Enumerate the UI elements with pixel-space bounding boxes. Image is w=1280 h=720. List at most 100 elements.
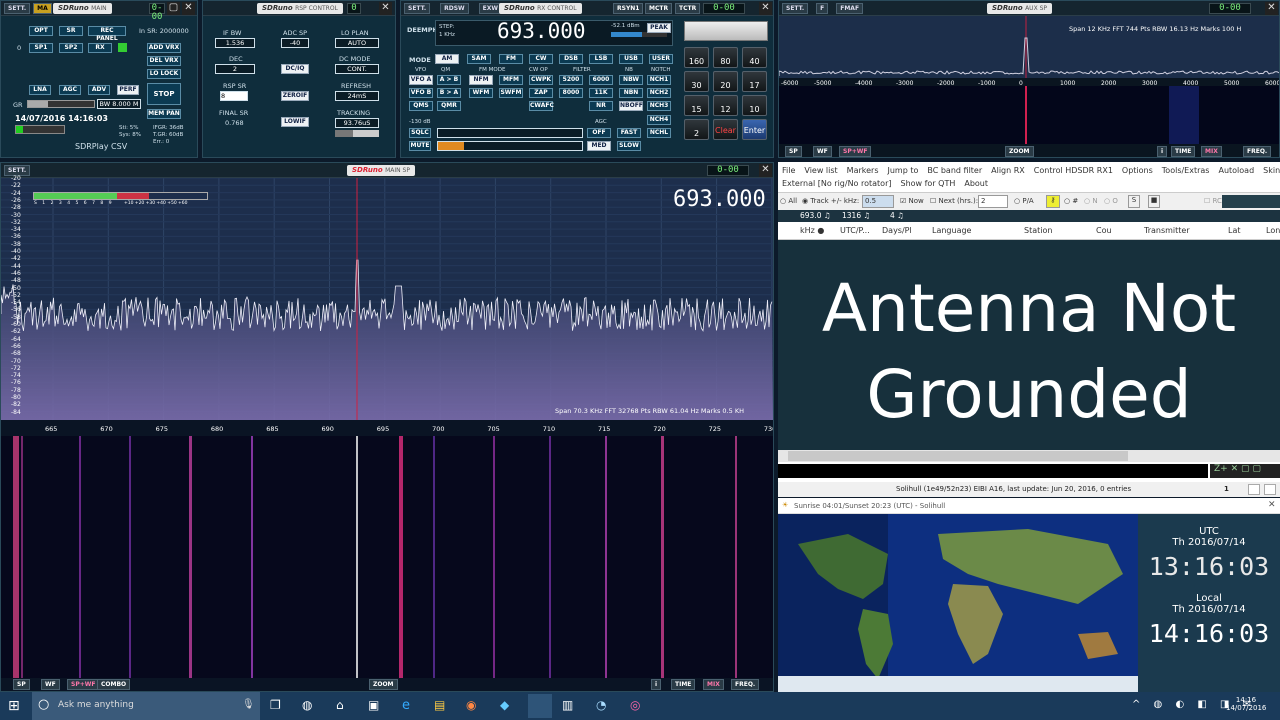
eibi-list[interactable]: Antenna Not Grounded: [778, 240, 1280, 450]
key-160[interactable]: 160: [684, 47, 709, 68]
stop-button[interactable]: STOP: [147, 83, 181, 105]
squelch-slider[interactable]: [437, 128, 583, 138]
pa-radio[interactable]: ○ P/A: [1014, 197, 1034, 205]
dec-field[interactable]: 2: [215, 64, 255, 74]
sp-close-icon[interactable]: ✕: [759, 164, 772, 177]
rx-nch3-button[interactable]: NCH3: [647, 101, 671, 111]
sp-settings-button[interactable]: SETT.: [4, 165, 30, 176]
firefox-icon[interactable]: ◉: [466, 698, 476, 712]
app-icon-2[interactable]: ▣: [368, 698, 379, 712]
mode-sam-button[interactable]: SAM: [467, 54, 491, 64]
mctr-button[interactable]: MCTR: [645, 3, 672, 14]
sqlc-button[interactable]: SQLC: [409, 128, 431, 138]
menu-autoload[interactable]: Autoload: [1218, 166, 1254, 175]
nch4-button[interactable]: NCH4: [647, 115, 671, 125]
rx-ab-button[interactable]: A > B: [437, 75, 461, 85]
agc-fast-button[interactable]: FAST: [617, 128, 641, 138]
lo-plan-field[interactable]: AUTO: [335, 38, 379, 48]
perf-button[interactable]: PERF: [117, 85, 139, 95]
menu2-item[interactable]: External [No rig/No rotator]: [782, 179, 891, 188]
rx-nch2-button[interactable]: NCH2: [647, 88, 671, 98]
mode-cw-button[interactable]: CW: [529, 54, 553, 64]
lowif-button[interactable]: LOWIF: [281, 117, 309, 127]
ma-button[interactable]: MA: [33, 3, 52, 14]
all-radio[interactable]: ○ All: [780, 197, 797, 205]
column-header[interactable]: kHz ●: [800, 226, 824, 235]
dciq-button[interactable]: DC/IQ: [281, 64, 309, 74]
menu-align-rx[interactable]: Align RX: [991, 166, 1025, 175]
key-2[interactable]: 2: [684, 119, 709, 140]
key-17[interactable]: 17: [742, 71, 767, 92]
mode-lsb-button[interactable]: LSB: [589, 54, 613, 64]
adc-sp-field[interactable]: -40: [281, 38, 309, 48]
sp-mix-button[interactable]: MIX: [703, 679, 724, 690]
windows-start-icon[interactable]: ⊞: [8, 698, 24, 714]
footer-box-b[interactable]: [1264, 484, 1276, 495]
rx-nch1-button[interactable]: NCH1: [647, 75, 671, 85]
track-input[interactable]: 0.5: [862, 195, 894, 208]
column-header[interactable]: Station: [1024, 226, 1052, 235]
aux-info-button[interactable]: i: [1157, 146, 1167, 157]
sp-info-button[interactable]: i: [651, 679, 661, 690]
sp-sp-button[interactable]: SP: [13, 679, 30, 690]
mute-button[interactable]: MUTE: [409, 141, 431, 151]
aux-close-icon[interactable]: ✕: [1265, 2, 1278, 15]
s-button[interactable]: S: [1128, 195, 1140, 208]
column-header[interactable]: UTC/P...: [840, 226, 870, 235]
column-header[interactable]: Transmitter: [1144, 226, 1190, 235]
if-bw-field[interactable]: 1.536: [215, 38, 255, 48]
tctr-button[interactable]: TCTR: [675, 3, 700, 14]
rx-nr-button[interactable]: NR: [589, 101, 613, 111]
agc-slow-button[interactable]: SLOW: [617, 141, 641, 151]
rx-nfm-button[interactable]: NFM: [469, 75, 493, 85]
key-clear[interactable]: Clear: [713, 119, 738, 140]
menu2-item[interactable]: About: [964, 179, 988, 188]
rx-qms-button[interactable]: QMS: [409, 101, 433, 111]
store-icon[interactable]: ⌂: [336, 698, 344, 712]
rx-vfoa-button[interactable]: VFO A: [409, 75, 433, 85]
eibi-command-bar[interactable]: [778, 464, 1208, 478]
rx-cwafc-button[interactable]: CWAFC: [529, 101, 553, 111]
menu-jump-to[interactable]: Jump to: [888, 166, 919, 175]
column-header[interactable]: Cou: [1096, 226, 1112, 235]
rx-wfm-button[interactable]: WFM: [469, 88, 493, 98]
step-value[interactable]: 1 KHz: [439, 32, 455, 38]
column-header[interactable]: Language: [932, 226, 971, 235]
app-icon-6[interactable]: ◎: [630, 698, 640, 712]
key-enter[interactable]: Enter: [742, 119, 767, 140]
app-icon-3[interactable]: ◆: [500, 698, 509, 712]
volume-slider[interactable]: [437, 141, 583, 151]
stop-square-icon[interactable]: ■: [1148, 195, 1160, 208]
agc-off-button[interactable]: OFF: [587, 128, 611, 138]
menu-file[interactable]: File: [782, 166, 795, 175]
eibi-hscroll[interactable]: [778, 450, 1280, 462]
mode-fm-button[interactable]: FM: [499, 54, 523, 64]
key-15[interactable]: 15: [684, 95, 709, 116]
key-20[interactable]: 20: [713, 71, 738, 92]
peak-button[interactable]: PEAK: [647, 23, 671, 33]
n-radio[interactable]: ○ N: [1084, 197, 1098, 205]
aux-spwf-button[interactable]: SP+WF: [839, 146, 871, 157]
taskbar-clock[interactable]: 14:16 14/07/2016: [1226, 696, 1266, 712]
rx-cwpk-button[interactable]: CWPK: [529, 75, 553, 85]
key-icon[interactable]: ⚷: [1046, 195, 1060, 208]
sp-time-button[interactable]: TIME: [671, 679, 695, 690]
rx-11k-button[interactable]: 11K: [589, 88, 613, 98]
mic-icon[interactable]: 🎙: [242, 699, 255, 710]
nchl-button[interactable]: NCHL: [647, 128, 671, 138]
rx-ba-button[interactable]: B > A: [437, 88, 461, 98]
rx-nboff-button[interactable]: NBOFF: [619, 101, 643, 111]
key-10[interactable]: 10: [742, 95, 767, 116]
rx-button[interactable]: RX: [88, 43, 112, 53]
app-icon-4[interactable]: ▥: [562, 698, 573, 712]
rsp-sr-field[interactable]: 8: [220, 91, 248, 101]
rx-vfob-button[interactable]: VFO B: [409, 88, 433, 98]
o-radio[interactable]: ○ O: [1104, 197, 1118, 205]
key-80[interactable]: 80: [713, 47, 738, 68]
sp-freq-button[interactable]: FREQ.: [731, 679, 759, 690]
aux-f-button[interactable]: F: [816, 3, 828, 14]
menu-tools-extras[interactable]: Tools/Extras: [1162, 166, 1210, 175]
opt-button[interactable]: OPT: [29, 26, 53, 36]
next-checkbox[interactable]: ☐ Next (hrs.):: [930, 197, 978, 205]
rx-frequency[interactable]: 693.000: [497, 19, 586, 43]
